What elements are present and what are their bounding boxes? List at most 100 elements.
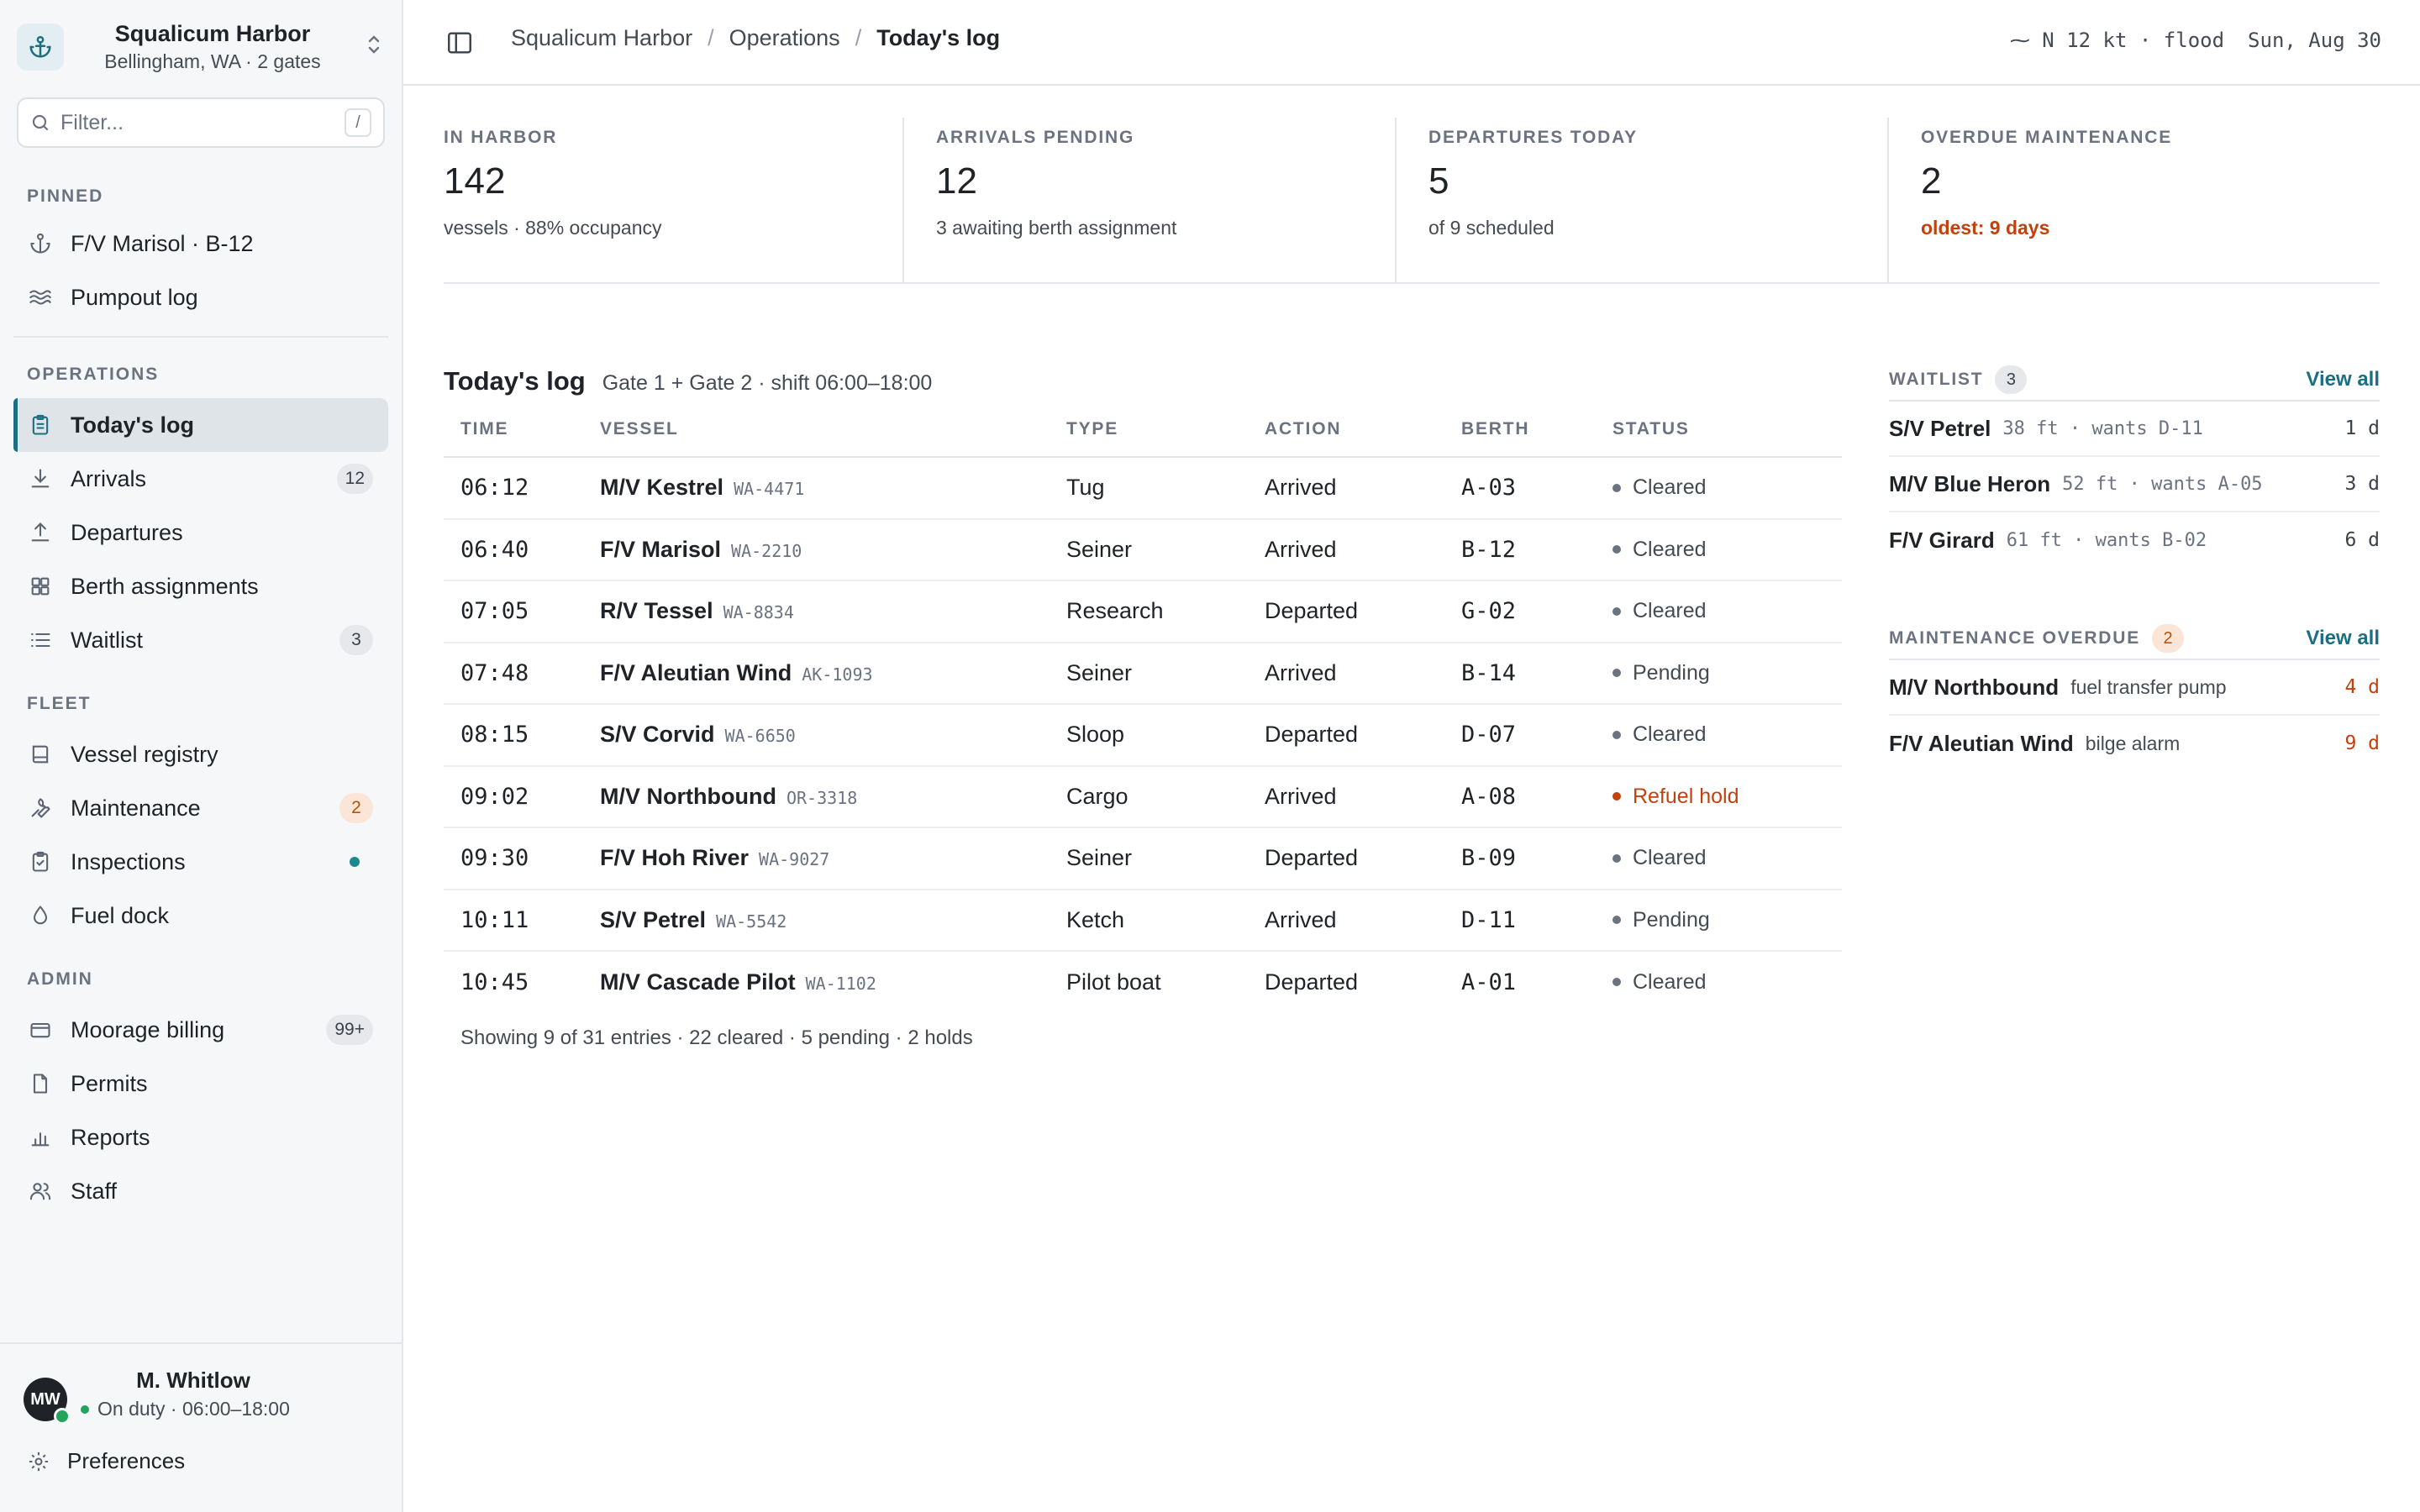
log-header: Today's log Gate 1 + Gate 2 · shift 06:0… bbox=[444, 366, 932, 396]
cell-status: Cleared bbox=[1596, 580, 1842, 643]
vessel-name[interactable]: F/V Aleutian Wind bbox=[600, 660, 792, 685]
list-item[interactable]: M/V Blue Heron 52 ft · wants A-05 3 d bbox=[1889, 457, 2380, 512]
waitlist-view-all-link[interactable]: View all bbox=[2306, 368, 2380, 391]
cell-berth: G-02 bbox=[1444, 580, 1596, 643]
table-row[interactable]: 09:02 M/V Northbound OR-3318 Cargo Arrived A-… bbox=[444, 765, 1842, 828]
list-item[interactable]: S/V Petrel 38 ft · wants D-11 1 d bbox=[1889, 402, 2380, 457]
list-item[interactable]: F/V Girard 61 ft · wants B-02 6 d bbox=[1889, 512, 2380, 568]
sidebar-item-berth-assignments[interactable]: Berth assignments bbox=[13, 559, 388, 613]
org-switcher[interactable]: Squalicum Harbor Bellingham, WA · 2 gate… bbox=[17, 17, 387, 77]
credit-card-icon bbox=[27, 1016, 54, 1043]
column-header-vessel[interactable]: VESSEL bbox=[583, 402, 1050, 458]
sidebar-item-moorage-billing[interactable]: Moorage billing 99+ bbox=[13, 1003, 388, 1057]
cell-vessel: M/V Kestrel WA-4471 bbox=[583, 457, 1050, 520]
vessel-name[interactable]: S/V Petrel bbox=[600, 907, 706, 932]
sidebar-item-reports[interactable]: Reports bbox=[13, 1110, 388, 1164]
org-subtitle: Bellingham, WA · 2 gates bbox=[104, 50, 321, 72]
sidebar-item-waitlist[interactable]: Waitlist 3 bbox=[13, 613, 388, 667]
table-row[interactable]: 07:48 F/V Aleutian Wind AK-1093 Seiner Arriv… bbox=[444, 642, 1842, 705]
column-header-berth[interactable]: BERTH bbox=[1444, 402, 1596, 458]
status-badge: Cleared bbox=[1612, 846, 1825, 870]
count-badge: 3 bbox=[1995, 365, 2028, 394]
sidebar-item-label: Maintenance bbox=[71, 795, 201, 821]
filter-box[interactable]: / bbox=[17, 97, 385, 148]
column-header-action[interactable]: ACTION bbox=[1248, 402, 1444, 458]
vessel-name[interactable]: R/V Tessel bbox=[600, 598, 713, 623]
sidebar-item-permits[interactable]: Permits bbox=[13, 1057, 388, 1110]
status-badge: Refuel hold bbox=[1612, 785, 1825, 809]
sidebar-item-maintenance[interactable]: Maintenance 2 bbox=[13, 781, 388, 835]
vessel-registration: OR-3318 bbox=[786, 787, 858, 808]
user-status: On duty · 06:00–18:00 bbox=[81, 1398, 290, 1420]
table-row[interactable]: 09:30 F/V Hoh River WA-9027 Seiner Departed B… bbox=[444, 827, 1842, 890]
sidebar-divider bbox=[13, 336, 388, 338]
sidebar-toggle-icon[interactable] bbox=[445, 29, 474, 57]
table-row[interactable]: 06:40 F/V Marisol WA-2210 Seiner Arrived B-12… bbox=[444, 518, 1842, 581]
column-header-type[interactable]: TYPE bbox=[1050, 402, 1248, 458]
cell-status: Pending bbox=[1596, 642, 1842, 705]
log-footer: Showing 9 of 31 entries · 22 cleared · 5… bbox=[460, 1026, 973, 1049]
vessel-name[interactable]: M/V Northbound bbox=[600, 784, 776, 809]
kpi-subtext: vessels · 88% occupancy bbox=[444, 217, 662, 239]
main-content: Squalicum Harbor / Operations / Today's … bbox=[403, 0, 2420, 1512]
column-header-time[interactable]: TIME bbox=[444, 402, 583, 458]
vessel-name[interactable]: S/V Corvid bbox=[600, 722, 715, 747]
table-row[interactable]: 08:15 S/V Corvid WA-6650 Sloop Departed D-07 C… bbox=[444, 704, 1842, 767]
table-row[interactable]: 10:11 S/V Petrel WA-5542 Ketch Arrived D-11 Pe… bbox=[444, 889, 1842, 952]
user-card[interactable]: MW M. Whitlow On duty · 06:00–18:00 bbox=[0, 1342, 402, 1426]
table-row[interactable]: 10:45 M/V Cascade Pilot WA-1102 Pilot boat D… bbox=[444, 951, 1842, 1013]
sidebar: Squalicum Harbor Bellingham, WA · 2 gate… bbox=[0, 0, 403, 1512]
item-age: 9 d bbox=[2344, 732, 2380, 754]
sidebar-item-todays-log[interactable]: Today's log bbox=[13, 398, 388, 452]
vessel-registration: WA-2210 bbox=[731, 540, 802, 561]
status-dot bbox=[1612, 730, 1621, 739]
count-badge: 12 bbox=[336, 464, 373, 494]
sidebar-item-vessel-registry[interactable]: Vessel registry bbox=[13, 727, 388, 781]
breadcrumb-section[interactable]: Operations bbox=[729, 25, 840, 51]
vessel-registration: WA-1102 bbox=[805, 973, 876, 994]
list-item[interactable]: M/V Northbound fuel transfer pump 4 d bbox=[1889, 660, 2380, 716]
cell-type: Seiner bbox=[1050, 518, 1248, 581]
search-icon bbox=[30, 113, 50, 133]
vessel-registration: WA-4471 bbox=[734, 479, 805, 500]
cell-berth: B-09 bbox=[1444, 827, 1596, 890]
cell-action: Departed bbox=[1248, 704, 1444, 767]
cell-time: 07:05 bbox=[444, 580, 583, 643]
vessel-name[interactable]: F/V Marisol bbox=[600, 537, 721, 562]
maintenance-view-all-link[interactable]: View all bbox=[2306, 627, 2380, 650]
droplet-icon bbox=[27, 902, 54, 929]
kpi-value: 12 bbox=[936, 160, 977, 202]
cell-type: Pilot boat bbox=[1066, 969, 1161, 995]
table-row[interactable]: 06:12 M/V Kestrel WA-4471 Tug Arrived A-03 Cle… bbox=[444, 457, 1842, 520]
count-badge: 2 bbox=[2152, 624, 2185, 653]
sidebar-item-fuel-dock[interactable]: Fuel dock bbox=[13, 889, 388, 942]
breadcrumb-root[interactable]: Squalicum Harbor bbox=[511, 25, 692, 51]
table-row[interactable]: 07:05 R/V Tessel WA-8834 Research Departed G-… bbox=[444, 580, 1842, 643]
maintenance-list: M/V Northbound fuel transfer pump 4 d F/V A… bbox=[1889, 660, 2380, 771]
sidebar-item-arrivals[interactable]: Arrivals 12 bbox=[13, 452, 388, 506]
list-item[interactable]: F/V Aleutian Wind bilge alarm 9 d bbox=[1889, 716, 2380, 771]
sidebar-item-label: Vessel registry bbox=[71, 741, 218, 767]
column-header-status[interactable]: STATUS bbox=[1596, 402, 1842, 458]
sidebar-item-departures[interactable]: Departures bbox=[13, 506, 388, 559]
cell-vessel: M/V Cascade Pilot WA-1102 bbox=[583, 951, 1050, 1013]
status-badge: Pending bbox=[1612, 661, 1825, 685]
sidebar-item-pumpout-log[interactable]: Pumpout log bbox=[13, 270, 388, 324]
vessel-name[interactable]: M/V Kestrel bbox=[600, 475, 723, 500]
vessel-registration: AK-1093 bbox=[802, 664, 873, 685]
sidebar-item-inspections[interactable]: Inspections bbox=[13, 835, 388, 889]
file-icon bbox=[27, 1070, 54, 1097]
sidebar-item-staff[interactable]: Staff bbox=[13, 1164, 388, 1218]
sidebar-item-pinned-marisol[interactable]: F/V Marisol · B-12 bbox=[13, 217, 388, 270]
sidebar-item-label: Fuel dock bbox=[71, 902, 170, 928]
filter-input[interactable] bbox=[60, 110, 345, 135]
vessel-name: F/V Aleutian Wind bbox=[1889, 730, 2074, 756]
status-badge: Cleared bbox=[1612, 599, 1825, 623]
vessel-name: S/V Petrel bbox=[1889, 415, 1991, 441]
preferences-link[interactable]: Preferences bbox=[27, 1448, 185, 1474]
shortcut-hint: / bbox=[345, 108, 371, 137]
vessel-name[interactable]: M/V Cascade Pilot bbox=[600, 969, 796, 995]
cell-berth: D-11 bbox=[1444, 889, 1596, 952]
status-text: Cleared bbox=[1633, 846, 1707, 870]
vessel-name[interactable]: F/V Hoh River bbox=[600, 845, 749, 870]
